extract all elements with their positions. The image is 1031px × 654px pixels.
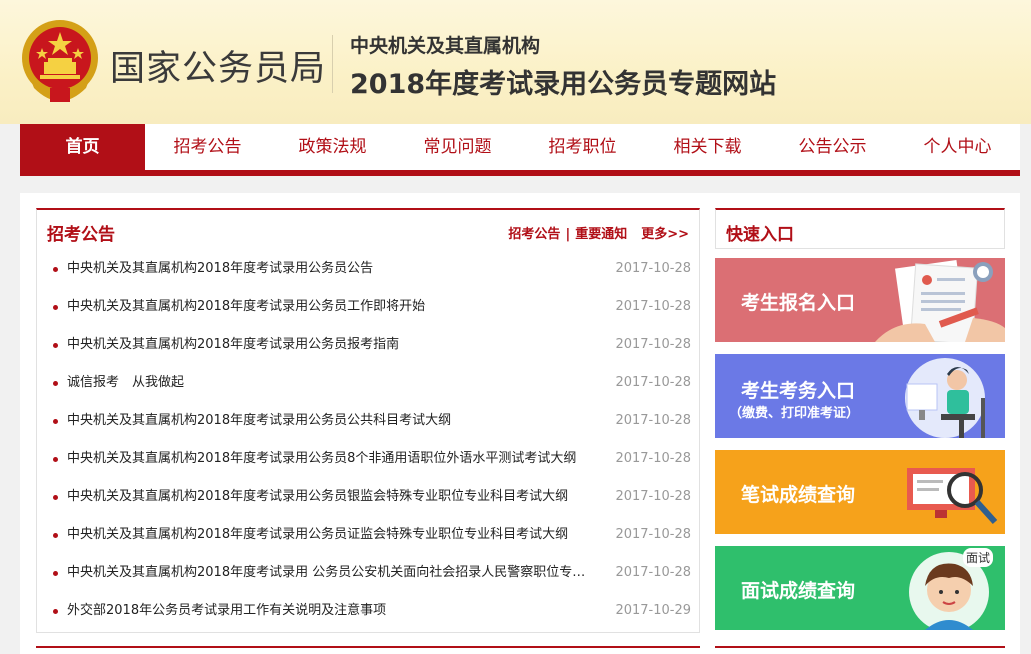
- notice-title[interactable]: 中央机关及其直属机构2018年度考试录用公务员8个非通用语职位外语水平测试考试大…: [67, 445, 597, 473]
- bullet-icon: [53, 381, 58, 386]
- list-item[interactable]: 中央机关及其直属机构2018年度考试录用公务员证监会特殊专业职位专业科目考试大纲…: [49, 521, 691, 559]
- written-score-query-label: 笔试成绩查询: [741, 484, 856, 506]
- notice-date: 2017-10-29: [615, 603, 691, 618]
- list-item[interactable]: 中央机关及其直属机构2018年度考试录用 公务员公安机关面向社会招录人民警察职位…: [49, 559, 691, 597]
- written-score-query-button[interactable]: 笔试成绩查询: [715, 450, 1005, 534]
- nav-item-personal-center[interactable]: 个人中心: [895, 124, 1020, 170]
- bullet-icon: [53, 305, 58, 310]
- bullet-icon: [53, 571, 58, 576]
- list-item[interactable]: 中央机关及其直属机构2018年度考试录用公务员工作即将开始 2017-10-28: [49, 293, 691, 331]
- national-emblem-icon: [22, 20, 98, 102]
- bullet-icon: [53, 609, 58, 614]
- quick-entry-header: 快速入口: [715, 208, 1005, 249]
- nav-item-policies[interactable]: 政策法规: [270, 124, 395, 170]
- notice-title[interactable]: 诚信报考 从我做起: [67, 369, 597, 397]
- header-divider: [332, 35, 333, 93]
- notice-title[interactable]: 中央机关及其直属机构2018年度考试录用 公务员公安机关面向社会招录人民警察职位…: [67, 559, 597, 587]
- notice-date: 2017-10-28: [615, 261, 691, 276]
- notice-title[interactable]: 中央机关及其直属机构2018年度考试录用公务员银监会特殊专业职位专业科目考试大纲: [67, 483, 597, 511]
- notice-title[interactable]: 中央机关及其直属机构2018年度考试录用公务员证监会特殊专业职位专业科目考试大纲: [67, 521, 597, 549]
- notice-date: 2017-10-28: [615, 527, 691, 542]
- bullet-icon: [53, 343, 58, 348]
- notice-title[interactable]: 中央机关及其直属机构2018年度考试录用公务员公共科目考试大纲: [67, 407, 597, 435]
- notice-title[interactable]: 中央机关及其直属机构2018年度考试录用公务员报考指南: [67, 331, 597, 359]
- registration-entry-button[interactable]: 考生报名入口: [715, 258, 1005, 342]
- notice-date: 2017-10-28: [615, 565, 691, 580]
- header-subtitle-2: 2018年度考试录用公务员专题网站: [350, 69, 777, 100]
- notice-date: 2017-10-28: [615, 451, 691, 466]
- notice-title[interactable]: 外交部2018年公务员考试录用工作有关说明及注意事项: [67, 597, 597, 625]
- nav-item-public-notices[interactable]: 公告公示: [770, 124, 895, 170]
- bullet-icon: [53, 495, 58, 500]
- notice-panel: 招考公告 招考公告 | 重要通知 更多>> 中央机关及其直属机构2018年度考试录用公…: [36, 208, 700, 633]
- list-item[interactable]: 外交部2018年公务员考试录用工作有关说明及注意事项 2017-10-29: [49, 597, 691, 635]
- nav-item-faq[interactable]: 常见问题: [395, 124, 520, 170]
- interview-badge: 面试: [963, 548, 994, 567]
- bullet-icon: [53, 457, 58, 462]
- registration-entry-label: 考生报名入口: [741, 292, 856, 314]
- student-at-computer-icon: [905, 358, 985, 438]
- notice-date: 2017-10-28: [615, 413, 691, 428]
- link-announcements[interactable]: 招考公告: [508, 227, 560, 242]
- list-item[interactable]: 诚信报考 从我做起 2017-10-28: [49, 369, 691, 407]
- nav-item-home[interactable]: 首页: [20, 124, 145, 170]
- header-subtitle-1: 中央机关及其直属机构: [350, 35, 541, 57]
- list-item[interactable]: 中央机关及其直属机构2018年度考试录用公务员8个非通用语职位外语水平测试考试大…: [49, 445, 691, 483]
- interview-score-query-button[interactable]: 面试成绩查询 面试: [715, 546, 1005, 630]
- more-link[interactable]: 更多>>: [641, 227, 689, 242]
- magnifier-on-screen-icon: [907, 468, 998, 525]
- nav-item-announcements[interactable]: 招考公告: [145, 124, 270, 170]
- exam-affairs-entry-sublabel: （缴费、打印准考证）: [729, 406, 860, 421]
- list-item[interactable]: 中央机关及其直属机构2018年度考试录用公务员公共科目考试大纲 2017-10-2…: [49, 407, 691, 445]
- interview-score-query-label: 面试成绩查询: [741, 580, 856, 602]
- notice-list: 中央机关及其直属机构2018年度考试录用公务员公告 2017-10-28 中央机关…: [49, 255, 691, 635]
- bullet-icon: [53, 533, 58, 538]
- notice-date: 2017-10-28: [615, 337, 691, 352]
- notice-date: 2017-10-28: [615, 375, 691, 390]
- next-panel-top-border: [36, 646, 700, 648]
- main-nav: 首页 招考公告 政策法规 常见问题 招考职位 相关下载 公告公示 个人中心: [20, 124, 1020, 176]
- notice-panel-title: 招考公告: [47, 225, 115, 245]
- org-name: 国家公务员局: [110, 49, 327, 89]
- bullet-icon: [53, 419, 58, 424]
- notice-date: 2017-10-28: [615, 489, 691, 504]
- nav-item-positions[interactable]: 招考职位: [520, 124, 645, 170]
- next-side-panel-top-border: [715, 646, 1005, 648]
- site-header: 国家公务员局 中央机关及其直属机构 2018年度考试录用公务员专题网站: [0, 0, 1031, 124]
- notice-title[interactable]: 中央机关及其直属机构2018年度考试录用公务员工作即将开始: [67, 293, 597, 321]
- list-item[interactable]: 中央机关及其直属机构2018年度考试录用公务员银监会特殊专业职位专业科目考试大纲…: [49, 483, 691, 521]
- list-item[interactable]: 中央机关及其直属机构2018年度考试录用公务员报考指南 2017-10-28: [49, 331, 691, 369]
- quick-entry-title: 快速入口: [726, 225, 794, 245]
- exam-affairs-entry-label: 考生考务入口: [741, 380, 856, 402]
- notice-panel-links: 招考公告 | 重要通知 更多>>: [508, 223, 689, 242]
- list-item[interactable]: 中央机关及其直属机构2018年度考试录用公务员公告 2017-10-28: [49, 255, 691, 293]
- link-separator: |: [565, 227, 571, 242]
- nav-item-downloads[interactable]: 相关下载: [645, 124, 770, 170]
- registration-form-icon: [875, 260, 1005, 342]
- link-important-notices[interactable]: 重要通知: [575, 227, 627, 242]
- notice-date: 2017-10-28: [615, 299, 691, 314]
- bullet-icon: [53, 267, 58, 272]
- exam-affairs-entry-button[interactable]: 考生考务入口 （缴费、打印准考证）: [715, 354, 1005, 438]
- notice-title[interactable]: 中央机关及其直属机构2018年度考试录用公务员公告: [67, 255, 597, 283]
